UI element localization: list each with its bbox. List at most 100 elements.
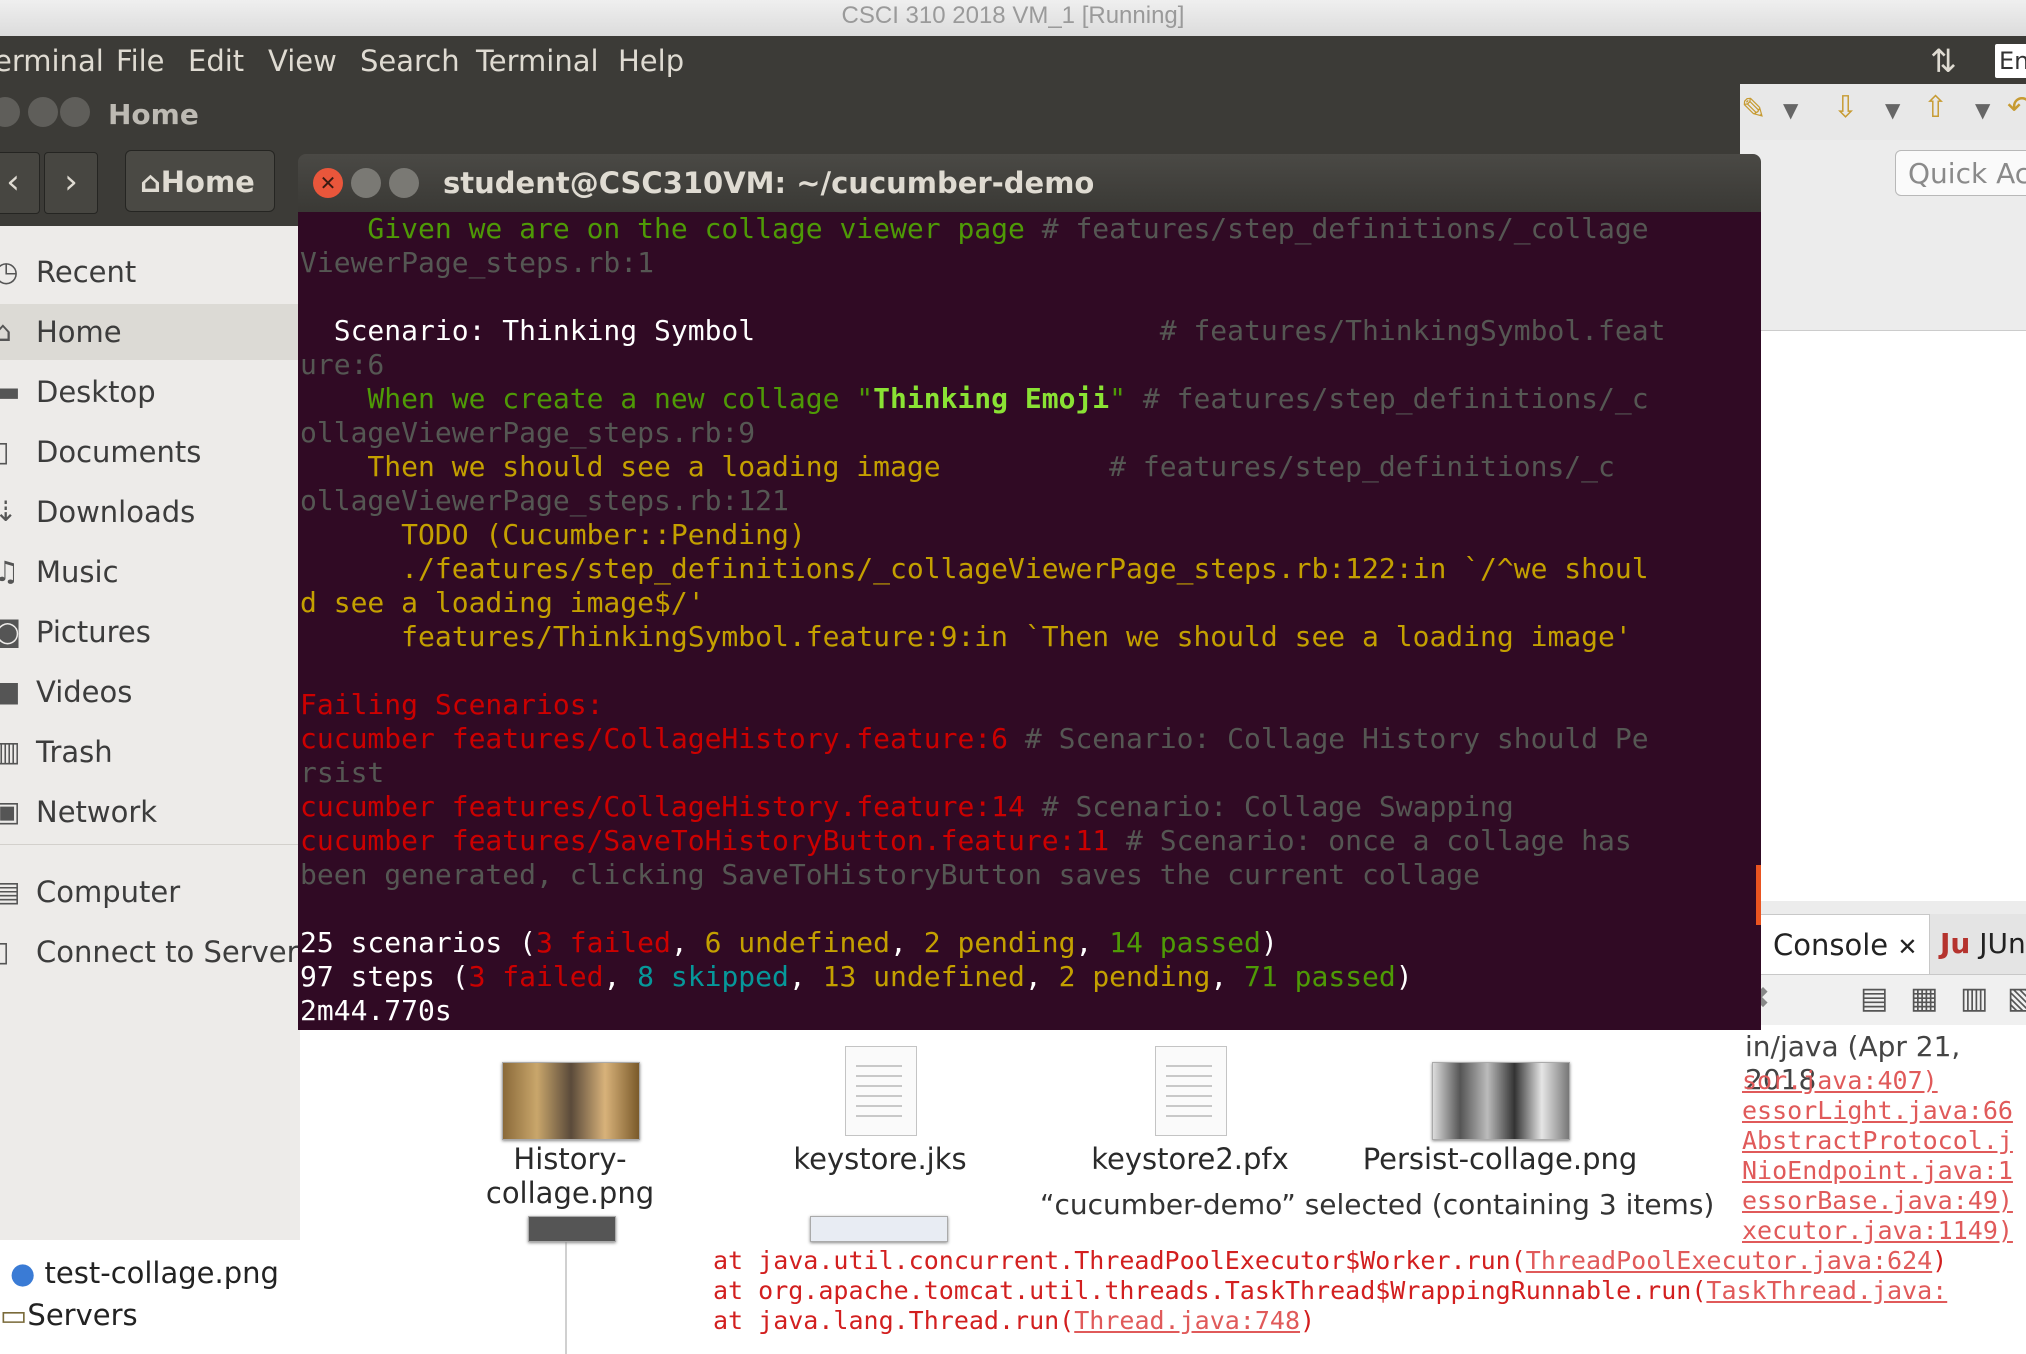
stack-text: at java.lang.Thread.run( xyxy=(713,1306,1075,1335)
sidebar-item-label: Trash xyxy=(36,735,113,769)
terminal-line: cucumber features/CollageHistory.feature… xyxy=(300,790,1514,823)
file-name[interactable]: Persist-collage.png xyxy=(1360,1142,1640,1176)
menu-file[interactable]: File xyxy=(116,44,165,78)
global-menubar: erminal File Edit View Search Terminal H… xyxy=(0,36,2026,84)
console-tab-label: Console xyxy=(1773,928,1889,962)
sidebar-item-label: Music xyxy=(36,555,119,589)
chevron-down-icon[interactable]: ▼ xyxy=(1885,98,1900,122)
chevron-down-icon[interactable]: ▼ xyxy=(1783,98,1798,122)
next-annotation-icon[interactable]: ⇩ xyxy=(1833,90,1858,125)
terminal-line: ./features/step_definitions/_collageView… xyxy=(300,552,1649,585)
file-name[interactable]: History-collage.png xyxy=(430,1142,710,1210)
sidebar-item-home[interactable]: ⌂ Home xyxy=(0,304,300,360)
word-wrap-icon[interactable]: ▥ xyxy=(1960,981,1988,1016)
selection-status: “cucumber-demo” selected (containing 3 i… xyxy=(1040,1188,1715,1221)
tab-junit[interactable]: Ju JUn xyxy=(1940,914,2026,974)
tab-console[interactable]: Console ✕ xyxy=(1760,914,1930,974)
file-thumbnail[interactable] xyxy=(1432,1062,1570,1140)
stack-link[interactable]: NioEndpoint.java:1 xyxy=(1742,1156,2013,1185)
back-button[interactable]: ‹ xyxy=(0,152,40,214)
file-name[interactable]: keystore.jks xyxy=(750,1142,1010,1176)
breadcrumb-label: Home xyxy=(160,165,255,199)
minimize-button[interactable] xyxy=(28,97,58,127)
chevron-left-icon: ‹ xyxy=(6,162,20,202)
sidebar-item-trash[interactable]: ▥ Trash xyxy=(0,724,300,780)
sidebar-item-desktop[interactable]: ▬ Desktop xyxy=(0,364,300,420)
prev-annotation-icon[interactable]: ⇧ xyxy=(1923,90,1948,125)
terminal-line: When we create a new collage "Thinking E… xyxy=(300,382,1649,415)
sidebar-item-computer[interactable]: ▤ Computer xyxy=(0,864,300,920)
file-name[interactable]: keystore2.pfx xyxy=(1060,1142,1320,1176)
sidebar-item-label: Pictures xyxy=(36,615,151,649)
file-thumbnail[interactable] xyxy=(528,1216,616,1242)
terminal-line: 25 scenarios (3 failed, 6 undefined, 2 p… xyxy=(300,926,1278,959)
pin-console-icon[interactable]: ▧ xyxy=(2007,981,2026,1016)
forward-button[interactable]: › xyxy=(44,152,98,214)
server-icon: ▯ xyxy=(0,935,10,968)
terminal-line: 2m44.770s xyxy=(300,994,452,1027)
keyboard-layout-indicator[interactable]: En xyxy=(1995,44,2026,78)
terminal-line: Scenario: Thinking Symbol # features/Thi… xyxy=(300,314,1666,347)
sidebar-item-pictures[interactable]: ◙ Pictures xyxy=(0,604,300,660)
quick-access-input[interactable]: Quick Ac xyxy=(1895,150,2026,196)
close-button[interactable] xyxy=(0,97,20,127)
network-transfer-icon[interactable]: ⇅ xyxy=(1930,42,1957,80)
sidebar-item-documents[interactable]: ▯ Documents xyxy=(0,424,300,480)
menu-edit[interactable]: Edit xyxy=(188,44,244,78)
sidebar-item-network[interactable]: ▣ Network xyxy=(0,784,300,840)
menu-terminal[interactable]: Terminal xyxy=(476,44,599,78)
clear-console-icon[interactable]: ▤ xyxy=(1860,981,1888,1016)
document-icon[interactable] xyxy=(1155,1046,1227,1136)
sidebar-item-downloads[interactable]: ⇣ Downloads xyxy=(0,484,300,540)
terminal-line: ollageViewerPage_steps.rb:9 xyxy=(300,416,756,449)
stack-link[interactable]: AbstractProtocol.j xyxy=(1742,1126,2013,1155)
eclipse-editor-area xyxy=(1745,330,2026,901)
stack-link[interactable]: ThreadPoolExecutor.java:624 xyxy=(1526,1246,1932,1275)
document-icon[interactable] xyxy=(845,1046,917,1136)
explorer-item-label: Servers xyxy=(27,1298,138,1332)
music-icon: ♫ xyxy=(0,555,20,588)
sidebar-item-connect-to-server[interactable]: ▯ Connect to Server xyxy=(0,924,300,980)
stack-link[interactable]: xecutor.java:1149) xyxy=(1742,1216,2013,1245)
sidebar-item-videos[interactable]: ■ Videos xyxy=(0,664,300,720)
sidebar-item-label: Recent xyxy=(36,255,137,289)
terminal-scrollbar[interactable] xyxy=(1756,865,1761,925)
back-icon[interactable]: ↶ xyxy=(2007,90,2026,125)
menu-terminal-app[interactable]: erminal xyxy=(0,44,104,78)
sidebar-item-label: Downloads xyxy=(36,495,196,529)
file-thumbnail[interactable] xyxy=(502,1062,640,1140)
close-button[interactable]: ✕ xyxy=(313,168,343,198)
home-icon: ⌂ xyxy=(0,315,12,348)
terminal-line: cucumber features/CollageHistory.feature… xyxy=(300,722,1649,755)
maximize-button[interactable] xyxy=(60,97,90,127)
stack-text: ) xyxy=(1300,1306,1316,1335)
sidebar-item-recent[interactable]: ◷ Recent xyxy=(0,244,300,300)
sidebar-item-label: Desktop xyxy=(36,375,156,409)
stack-link[interactable]: Thread.java:748 xyxy=(1074,1306,1300,1335)
explorer-item[interactable]: ● test-collage.png xyxy=(10,1256,279,1290)
sidebar-item-music[interactable]: ♫ Music xyxy=(0,544,300,600)
explorer-item-label: test-collage.png xyxy=(44,1256,279,1290)
maximize-button[interactable] xyxy=(389,168,419,198)
file-thumbnail[interactable] xyxy=(810,1216,948,1242)
folder-icon: ▭ xyxy=(0,1298,28,1332)
breadcrumb-home[interactable]: ⌂Home xyxy=(125,150,275,212)
menu-help[interactable]: Help xyxy=(618,44,684,78)
stack-link[interactable]: TaskThread.java: xyxy=(1706,1276,1947,1305)
stack-link[interactable]: essorBase.java:49) xyxy=(1742,1186,2013,1215)
close-icon[interactable]: ✕ xyxy=(1897,933,1917,961)
explorer-item[interactable]: ▭Servers xyxy=(0,1298,138,1332)
scroll-lock-icon[interactable]: ▦ xyxy=(1910,981,1938,1016)
menu-search[interactable]: Search xyxy=(360,44,460,78)
camera-icon: ◙ xyxy=(0,615,22,648)
sidebar-item-label: Network xyxy=(36,795,158,829)
menu-view[interactable]: View xyxy=(268,44,337,78)
sidebar-divider xyxy=(0,844,300,845)
terminal-line: Then we should see a loading image # fea… xyxy=(300,450,1615,483)
wrench-icon[interactable]: ✎ xyxy=(1741,92,1766,127)
chevron-down-icon[interactable]: ▼ xyxy=(1975,98,1990,122)
stack-link[interactable]: sor.java:407) xyxy=(1742,1066,1938,1095)
stack-link[interactable]: essorLight.java:66 xyxy=(1742,1096,2013,1125)
minimize-button[interactable] xyxy=(351,168,381,198)
terminal-line: ure:6 xyxy=(300,348,385,381)
